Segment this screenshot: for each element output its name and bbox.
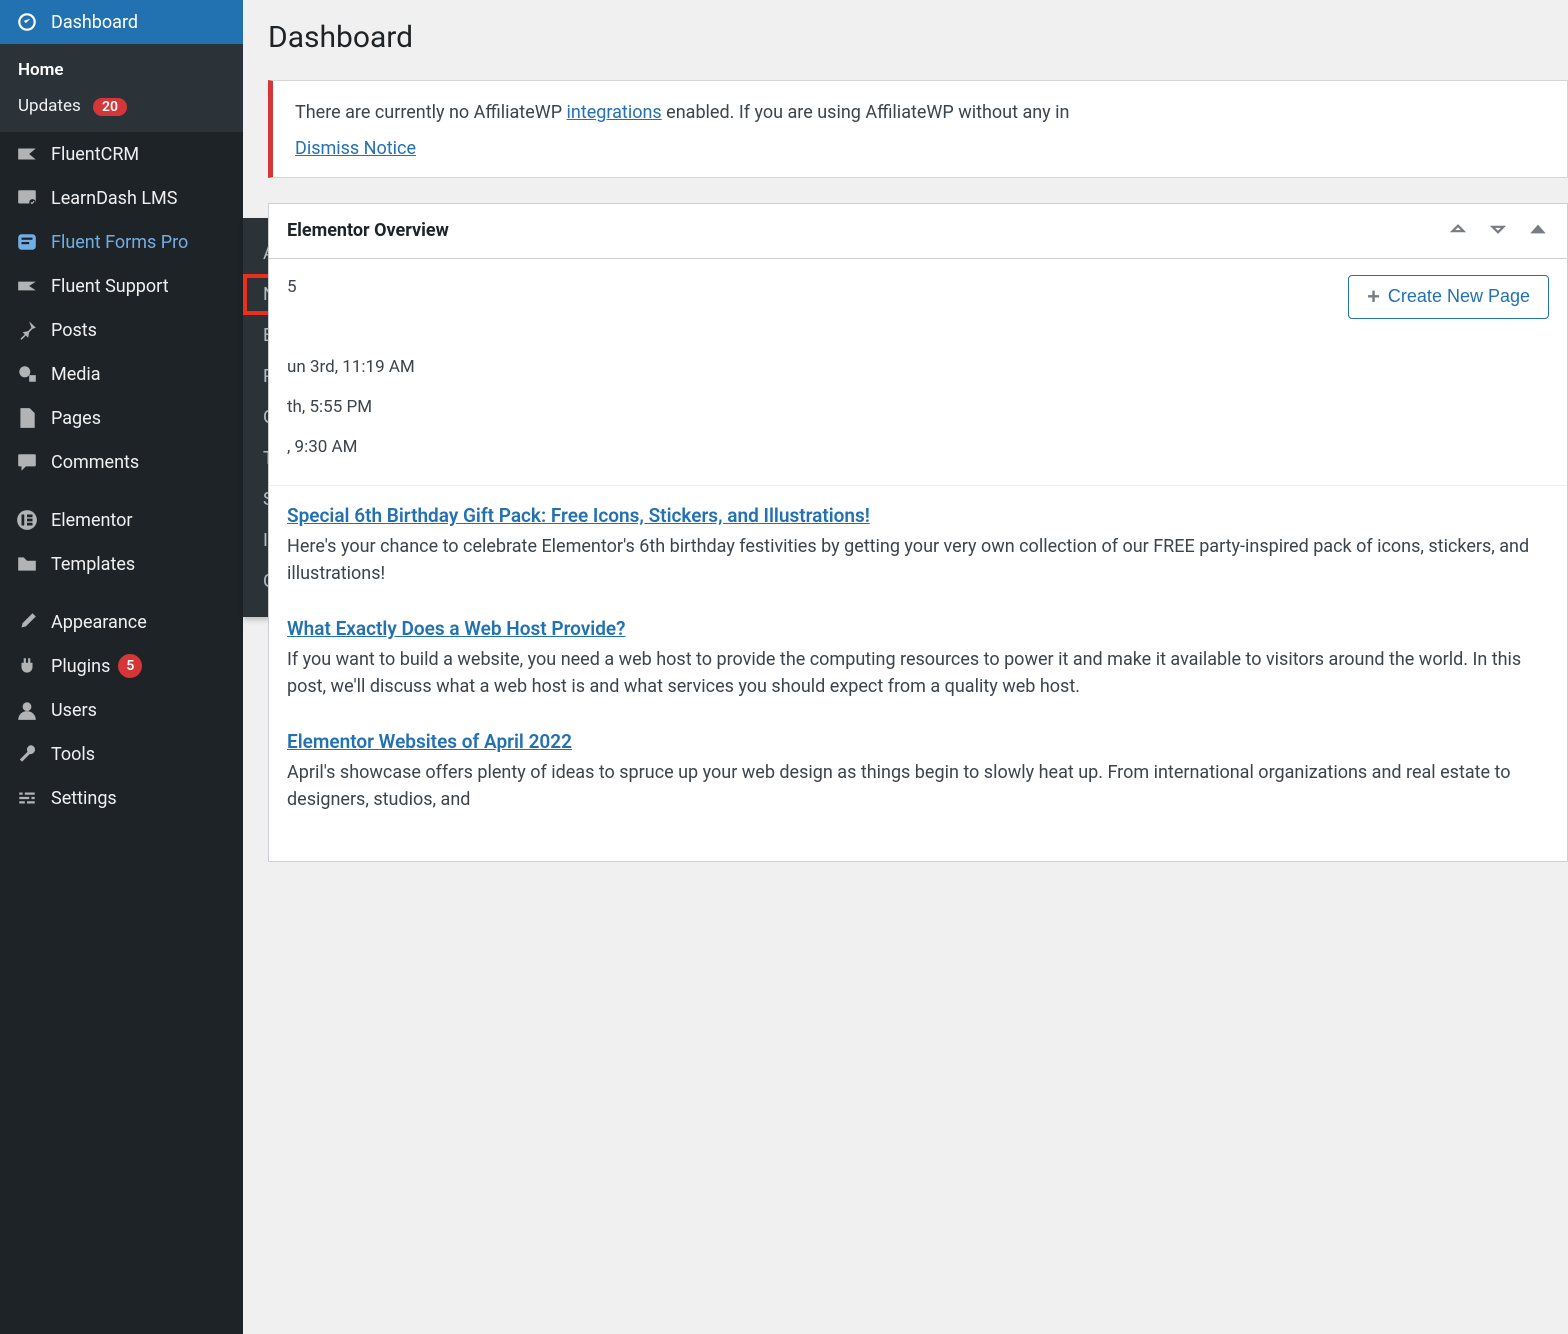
version-text: 5 bbox=[287, 277, 297, 297]
sliders-icon bbox=[15, 786, 39, 810]
folder-icon bbox=[15, 552, 39, 576]
notice-text: There are currently no AffiliateWP integ… bbox=[295, 99, 1545, 128]
news-description: April's showcase offers plenty of ideas … bbox=[287, 759, 1549, 813]
main-content: Dashboard There are currently no Affilia… bbox=[243, 0, 1568, 1334]
media-icon bbox=[15, 362, 39, 386]
submenu-home[interactable]: Home bbox=[0, 52, 243, 88]
menu-label: Elementor bbox=[51, 510, 133, 531]
create-new-page-button[interactable]: + Create New Page bbox=[1348, 275, 1549, 319]
news-link[interactable]: Elementor Websites of April 2022 bbox=[287, 730, 1549, 753]
menu-fluentforms[interactable]: Fluent Forms Pro All Forms New Form Entr… bbox=[0, 220, 243, 264]
elementor-overview-box: Elementor Overview 5 + Create New Page u… bbox=[268, 203, 1568, 862]
integrations-link[interactable]: integrations bbox=[567, 102, 662, 123]
menu-pages[interactable]: Pages bbox=[0, 396, 243, 440]
menu-media[interactable]: Media bbox=[0, 352, 243, 396]
menu-appearance[interactable]: Appearance bbox=[0, 600, 243, 644]
recently-edited-list: un 3rd, 11:19 AM th, 5:55 PM , 9:30 AM bbox=[287, 347, 1549, 467]
menu-learndash[interactable]: LearnDash LMS bbox=[0, 176, 243, 220]
news-description: If you want to build a website, you need… bbox=[287, 646, 1549, 700]
news-link[interactable]: Special 6th Birthday Gift Pack: Free Ico… bbox=[287, 504, 1549, 527]
menu-label: Tools bbox=[51, 744, 95, 765]
menu-label: Plugins bbox=[51, 656, 110, 677]
menu-label: Fluent Forms Pro bbox=[51, 232, 188, 253]
menu-label: Appearance bbox=[51, 612, 147, 633]
menu-dashboard[interactable]: Dashboard bbox=[0, 0, 243, 44]
fluentcrm-icon bbox=[15, 142, 39, 166]
menu-label: LearnDash LMS bbox=[51, 188, 177, 209]
news-item: Special 6th Birthday Gift Pack: Free Ico… bbox=[287, 504, 1549, 587]
submenu-updates[interactable]: Updates 20 bbox=[0, 88, 243, 124]
menu-label: Posts bbox=[51, 320, 97, 341]
menu-label: Pages bbox=[51, 408, 101, 429]
news-section: Special 6th Birthday Gift Pack: Free Ico… bbox=[269, 485, 1567, 861]
menu-fluentsupport[interactable]: Fluent Support bbox=[0, 264, 243, 308]
toggle-icon[interactable] bbox=[1527, 218, 1549, 244]
postbox-body: 5 + Create New Page un 3rd, 11:19 AM th,… bbox=[269, 259, 1567, 485]
menu-label: Dashboard bbox=[51, 12, 138, 33]
edited-item[interactable]: un 3rd, 11:19 AM bbox=[287, 347, 1549, 387]
menu-label: Users bbox=[51, 700, 97, 721]
menu-users[interactable]: Users bbox=[0, 688, 243, 732]
news-item: Elementor Websites of April 2022 April's… bbox=[287, 730, 1549, 813]
menu-label: Templates bbox=[51, 554, 135, 575]
news-item: What Exactly Does a Web Host Provide? If… bbox=[287, 617, 1549, 700]
dashboard-submenu: Home Updates 20 bbox=[0, 44, 243, 132]
plugins-badge: 5 bbox=[118, 654, 142, 678]
edited-item[interactable]: th, 5:55 PM bbox=[287, 387, 1549, 427]
move-down-icon[interactable] bbox=[1487, 218, 1509, 244]
dismiss-notice-link[interactable]: Dismiss Notice bbox=[295, 138, 416, 159]
pin-icon bbox=[15, 318, 39, 342]
fluentsupport-icon bbox=[15, 274, 39, 298]
menu-tools[interactable]: Tools bbox=[0, 732, 243, 776]
menu-elementor[interactable]: Elementor bbox=[0, 498, 243, 542]
affiliatewp-notice: There are currently no AffiliateWP integ… bbox=[268, 80, 1568, 178]
menu-label: Settings bbox=[51, 788, 117, 809]
menu-label: Media bbox=[51, 364, 101, 385]
admin-sidebar: Dashboard Home Updates 20 FluentCRM Lear… bbox=[0, 0, 243, 1334]
updates-badge: 20 bbox=[93, 98, 127, 116]
edited-item[interactable]: , 9:30 AM bbox=[287, 427, 1549, 467]
postbox-title: Elementor Overview bbox=[287, 220, 449, 241]
menu-comments[interactable]: Comments bbox=[0, 440, 243, 484]
menu-label: Fluent Support bbox=[51, 276, 169, 297]
menu-label: FluentCRM bbox=[51, 144, 139, 165]
news-link[interactable]: What Exactly Does a Web Host Provide? bbox=[287, 617, 1549, 640]
fluentforms-icon bbox=[15, 230, 39, 254]
menu-templates[interactable]: Templates bbox=[0, 542, 243, 586]
pages-icon bbox=[15, 406, 39, 430]
menu-label: Comments bbox=[51, 452, 139, 473]
learndash-icon bbox=[15, 186, 39, 210]
news-description: Here's your chance to celebrate Elemento… bbox=[287, 533, 1549, 587]
postbox-header: Elementor Overview bbox=[269, 204, 1567, 259]
menu-settings[interactable]: Settings bbox=[0, 776, 243, 820]
user-icon bbox=[15, 698, 39, 722]
move-up-icon[interactable] bbox=[1447, 218, 1469, 244]
page-title: Dashboard bbox=[268, 20, 1568, 55]
elementor-icon bbox=[15, 508, 39, 532]
plus-icon: + bbox=[1367, 284, 1380, 310]
comments-icon bbox=[15, 450, 39, 474]
dashboard-icon bbox=[15, 10, 39, 34]
menu-posts[interactable]: Posts bbox=[0, 308, 243, 352]
brush-icon bbox=[15, 610, 39, 634]
plug-icon bbox=[15, 654, 39, 678]
postbox-actions bbox=[1447, 218, 1549, 244]
wrench-icon bbox=[15, 742, 39, 766]
menu-plugins[interactable]: Plugins 5 bbox=[0, 644, 243, 688]
menu-fluentcrm[interactable]: FluentCRM bbox=[0, 132, 243, 176]
